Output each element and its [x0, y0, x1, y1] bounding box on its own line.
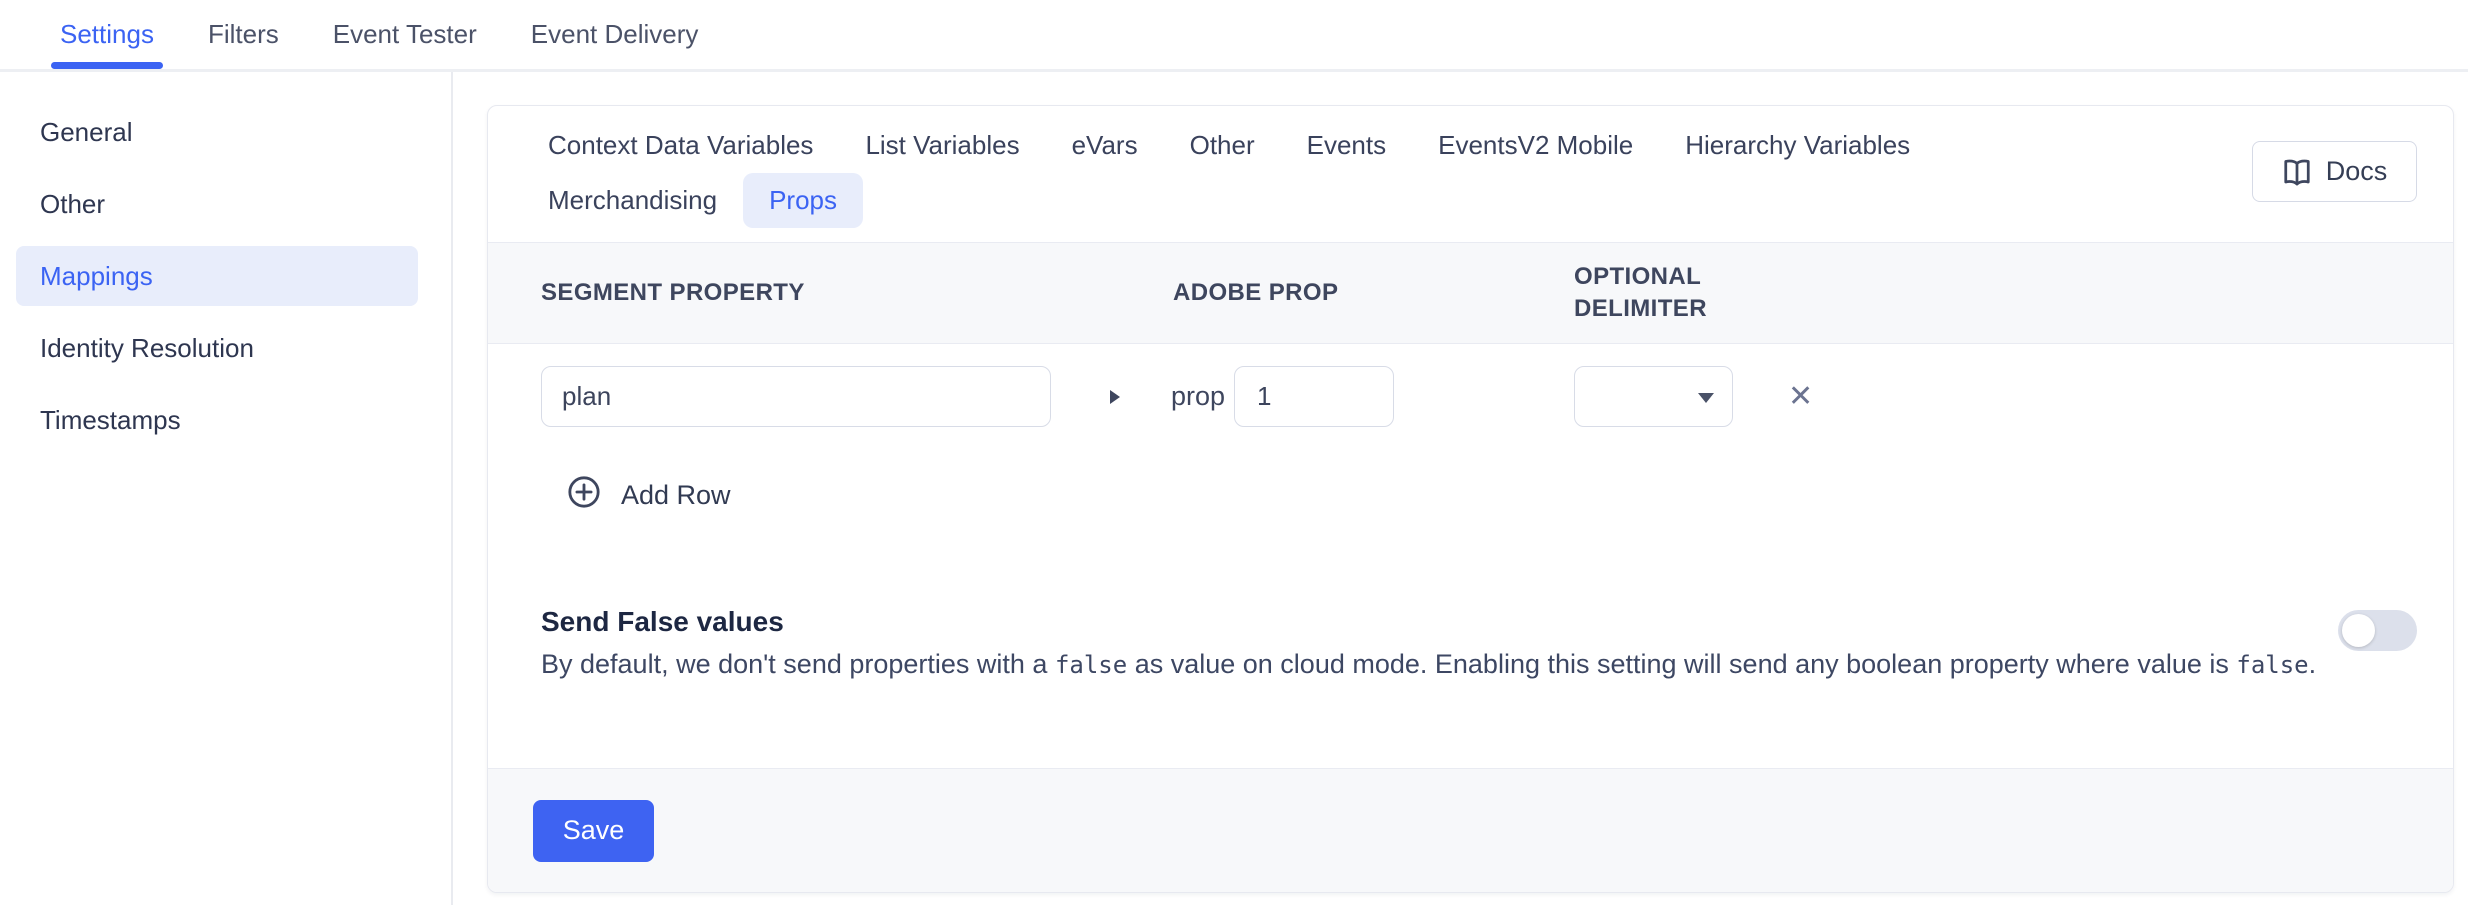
variable-tabs-row-1: Context Data Variables List Variables eV… [522, 118, 2183, 173]
prop-number-input[interactable] [1234, 366, 1394, 427]
tab-hierarchy-variables[interactable]: Hierarchy Variables [1659, 118, 1936, 173]
mapping-rows-area: prop ✕ [488, 344, 2453, 516]
add-row-label: Add Row [621, 480, 731, 511]
code-false: false [2236, 651, 2308, 679]
column-header-optional-delimiter: OPTIONAL DELIMITER [1574, 261, 1749, 325]
remove-row-button[interactable]: ✕ [1788, 382, 1813, 412]
send-false-text: Send False values By default, we don't s… [541, 606, 2316, 686]
variable-tabs-row-2: Merchandising Props [522, 173, 2183, 228]
delimiter-select[interactable] [1574, 366, 1733, 427]
book-icon [2282, 157, 2312, 187]
tab-props[interactable]: Props [743, 173, 863, 228]
docs-button-label: Docs [2326, 156, 2388, 187]
main-content: Context Data Variables List Variables eV… [453, 72, 2468, 905]
mapping-row: prop ✕ [541, 366, 2453, 427]
content-layout: General Other Mappings Identity Resoluti… [0, 72, 2468, 905]
settings-sidebar: General Other Mappings Identity Resoluti… [0, 72, 453, 905]
variable-tabs-header: Context Data Variables List Variables eV… [488, 106, 2453, 242]
sidebar-item-mappings[interactable]: Mappings [16, 246, 418, 306]
adobe-prop-cell: prop [1106, 366, 1574, 427]
tab-eventsv2-mobile[interactable]: EventsV2 Mobile [1412, 118, 1659, 173]
segment-property-input[interactable] [541, 366, 1051, 427]
mapping-table-header: SEGMENT PROPERTY ADOBE PROP OPTIONAL DEL… [488, 242, 2453, 344]
sidebar-item-identity-resolution[interactable]: Identity Resolution [16, 318, 418, 378]
send-false-toggle[interactable] [2338, 610, 2417, 651]
nav-tab-filters[interactable]: Filters [205, 0, 282, 69]
add-row-button[interactable]: Add Row [567, 475, 731, 516]
docs-button[interactable]: Docs [2252, 141, 2417, 202]
column-header-segment-property: SEGMENT PROPERTY [541, 277, 1106, 309]
send-false-title: Send False values [541, 606, 2316, 638]
column-header-adobe-prop: ADOBE PROP [1106, 277, 1574, 309]
description-text: By default, we don't send properties wit… [541, 649, 1055, 679]
delimiter-cell: ✕ [1574, 366, 2453, 427]
nav-tab-event-tester[interactable]: Event Tester [330, 0, 480, 69]
mappings-card: Context Data Variables List Variables eV… [487, 105, 2454, 893]
send-false-section: Send False values By default, we don't s… [488, 606, 2453, 686]
send-false-description: By default, we don't send properties wit… [541, 644, 2316, 686]
code-false: false [1055, 651, 1127, 679]
top-navigation: Settings Filters Event Tester Event Deli… [0, 0, 2468, 72]
toggle-knob [2342, 614, 2375, 647]
tab-merchandising[interactable]: Merchandising [522, 173, 743, 228]
tab-context-data-variables[interactable]: Context Data Variables [522, 118, 839, 173]
sidebar-item-other[interactable]: Other [16, 174, 418, 234]
card-footer: Save [488, 768, 2453, 892]
description-text: . [2309, 649, 2317, 679]
tab-list-variables[interactable]: List Variables [839, 118, 1045, 173]
sidebar-item-general[interactable]: General [16, 102, 418, 162]
maps-to-arrow-icon [1110, 390, 1120, 404]
tab-events[interactable]: Events [1281, 118, 1413, 173]
prop-prefix-label: prop [1171, 381, 1225, 412]
tab-other[interactable]: Other [1164, 118, 1281, 173]
circle-plus-icon [567, 475, 601, 516]
chevron-down-icon [1698, 393, 1714, 403]
segment-property-cell [541, 366, 1106, 427]
description-text: as value on cloud mode. Enabling this se… [1127, 649, 2236, 679]
nav-tab-settings[interactable]: Settings [57, 0, 157, 69]
nav-tab-event-delivery[interactable]: Event Delivery [528, 0, 702, 69]
save-button[interactable]: Save [533, 800, 654, 862]
sidebar-item-timestamps[interactable]: Timestamps [16, 390, 418, 450]
tab-evars[interactable]: eVars [1046, 118, 1164, 173]
